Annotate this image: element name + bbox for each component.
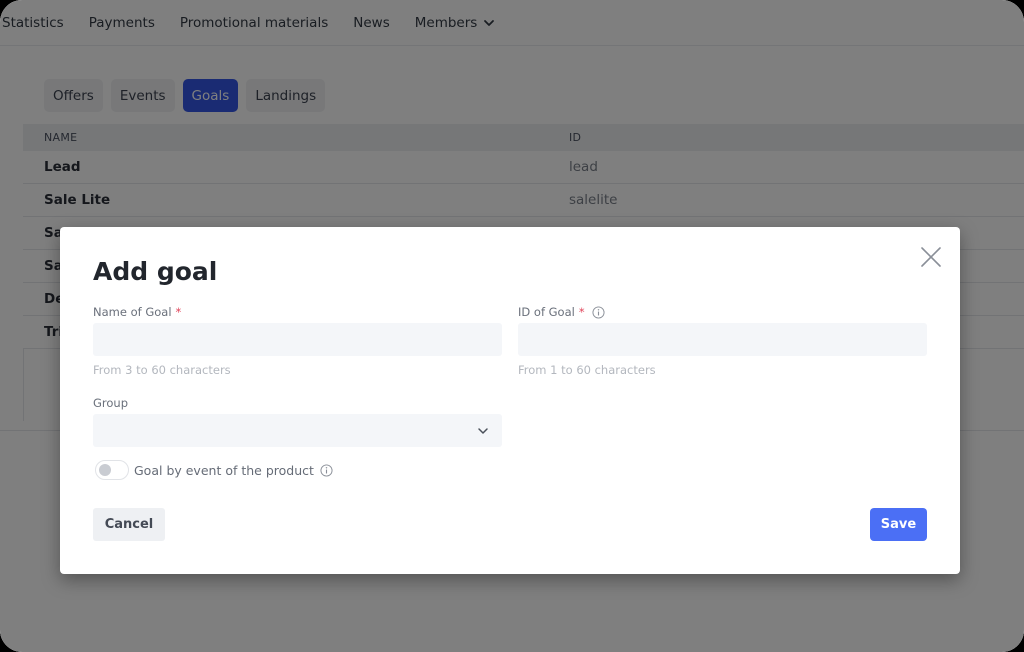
chevron-down-icon [478, 428, 488, 434]
label-text: Name of Goal [93, 305, 172, 319]
group-select[interactable] [93, 414, 502, 447]
save-button[interactable]: Save [870, 508, 927, 541]
product-event-toggle[interactable] [95, 460, 129, 480]
info-icon[interactable] [320, 463, 333, 477]
toggle-knob [99, 464, 111, 476]
toggle-label: Goal by event of the product [134, 462, 314, 478]
name-of-goal-input[interactable] [93, 323, 502, 356]
add-goal-dialog: Add goal Name of Goal * From 3 to 60 cha… [60, 227, 960, 574]
id-of-goal-input[interactable] [518, 323, 927, 356]
name-of-goal-label: Name of Goal * [93, 305, 181, 319]
group-label: Group [93, 396, 128, 410]
required-mark: * [578, 305, 585, 319]
product-event-toggle-row: Goal by event of the product [95, 460, 333, 480]
info-icon[interactable] [592, 305, 605, 319]
name-of-goal-hint: From 3 to 60 characters [93, 363, 231, 377]
dialog-title: Add goal [93, 257, 218, 286]
close-icon[interactable] [918, 244, 944, 270]
app-window: Statistics Payments Promotional material… [0, 0, 1024, 652]
label-text: ID of Goal [518, 305, 575, 319]
id-of-goal-hint: From 1 to 60 characters [518, 363, 656, 377]
id-of-goal-label: ID of Goal * [518, 305, 605, 319]
required-mark: * [175, 305, 182, 319]
cancel-button[interactable]: Cancel [93, 508, 165, 541]
label-text: Group [93, 396, 129, 410]
